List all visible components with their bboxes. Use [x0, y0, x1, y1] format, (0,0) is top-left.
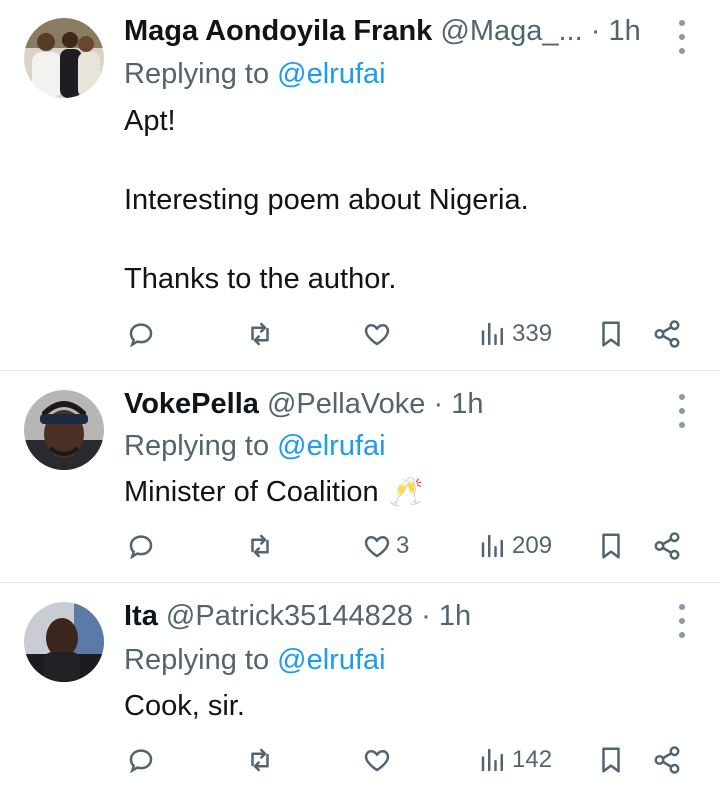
champagne-emoji: 🥂	[388, 476, 424, 507]
reply-icon	[126, 531, 156, 561]
view-count: 142	[512, 746, 553, 773]
like-icon	[362, 531, 392, 561]
author-name[interactable]: Maga Aondoyila Frank	[124, 15, 432, 47]
bookmark-button[interactable]	[596, 740, 626, 780]
view-count: 209	[512, 532, 553, 559]
action-bar: 142	[0, 740, 720, 780]
avatar[interactable]	[24, 390, 104, 470]
reply-divider	[0, 370, 720, 371]
retweet-button[interactable]	[245, 526, 279, 566]
more-icon[interactable]	[672, 394, 692, 428]
more-icon[interactable]	[672, 604, 692, 638]
replying-prefix: Replying to	[124, 430, 278, 462]
tweet-text: Minister of Coalition	[124, 476, 379, 508]
views-button[interactable]: 209	[478, 526, 552, 566]
share-icon	[652, 745, 682, 775]
views-icon	[478, 745, 508, 775]
author-handle[interactable]: @Maga_...	[440, 15, 582, 47]
author-name[interactable]: VokePella	[124, 388, 259, 420]
mention-link[interactable]: @elrufai	[277, 430, 385, 462]
tweet-text-line: Apt!	[124, 105, 176, 137]
replying-prefix: Replying to	[124, 58, 278, 90]
views-button[interactable]: 142	[478, 740, 552, 780]
replying-to: Replying to @elrufai	[124, 54, 386, 94]
tweet-text-line: Thanks to the author.	[124, 263, 397, 295]
views-button[interactable]: 339	[478, 314, 552, 354]
tweet-text-line: Minister of Coalition 🥂	[124, 472, 424, 512]
reply-button[interactable]	[126, 526, 160, 566]
like-icon	[362, 745, 392, 775]
share-button[interactable]	[652, 740, 682, 780]
reply-item[interactable]: VokePella @PellaVoke · 1h Replying to @e…	[0, 384, 720, 582]
action-bar: 3 209	[0, 526, 720, 566]
share-icon	[652, 319, 682, 349]
retweet-button[interactable]	[245, 740, 279, 780]
share-button[interactable]	[652, 526, 682, 566]
views-icon	[478, 319, 508, 349]
mention-link[interactable]: @elrufai	[277, 58, 385, 90]
bookmark-icon	[596, 745, 626, 775]
share-button[interactable]	[652, 314, 682, 354]
action-bar: 339	[0, 314, 720, 354]
retweet-button[interactable]	[245, 314, 279, 354]
like-button[interactable]: 3	[362, 526, 409, 566]
like-icon	[362, 319, 392, 349]
tweet-text-line: Cook, sir.	[124, 690, 245, 722]
mention-link[interactable]: @elrufai	[277, 644, 385, 676]
timestamp[interactable]: 1h	[608, 15, 640, 47]
retweet-icon	[245, 531, 275, 561]
author-handle[interactable]: @PellaVoke	[267, 388, 425, 420]
avatar[interactable]	[24, 18, 104, 98]
like-button[interactable]	[362, 740, 396, 780]
replying-to: Replying to @elrufai	[124, 640, 386, 680]
separator-dot: ·	[590, 15, 601, 47]
reply-item[interactable]: Ita @Patrick35144828 · 1h Replying to @e…	[0, 596, 720, 787]
reply-icon	[126, 745, 156, 775]
reply-divider	[0, 582, 720, 583]
replying-to: Replying to @elrufai	[124, 426, 386, 466]
reply-button[interactable]	[126, 740, 160, 780]
separator-dot: ·	[421, 600, 431, 632]
more-icon[interactable]	[672, 20, 692, 54]
like-button[interactable]	[362, 314, 396, 354]
bookmark-button[interactable]	[596, 526, 626, 566]
timestamp[interactable]: 1h	[451, 388, 483, 420]
reply-item[interactable]: Maga Aondoyila Frank @Maga_... · 1h Repl…	[0, 0, 720, 372]
replying-prefix: Replying to	[124, 644, 278, 676]
views-icon	[478, 531, 508, 561]
view-count: 339	[512, 320, 553, 347]
timestamp[interactable]: 1h	[439, 600, 471, 632]
author-name[interactable]: Ita	[124, 600, 158, 632]
bookmark-button[interactable]	[596, 314, 626, 354]
reply-icon	[126, 319, 156, 349]
share-icon	[652, 531, 682, 561]
author-handle[interactable]: @Patrick35144828	[166, 600, 413, 632]
retweet-icon	[245, 319, 275, 349]
avatar[interactable]	[24, 602, 104, 682]
tweet-text-line: Interesting poem about Nigeria.	[124, 184, 529, 216]
bookmark-icon	[596, 319, 626, 349]
separator-dot: ·	[433, 388, 444, 420]
retweet-icon	[245, 745, 275, 775]
like-count: 3	[396, 532, 410, 559]
reply-button[interactable]	[126, 314, 160, 354]
bookmark-icon	[596, 531, 626, 561]
